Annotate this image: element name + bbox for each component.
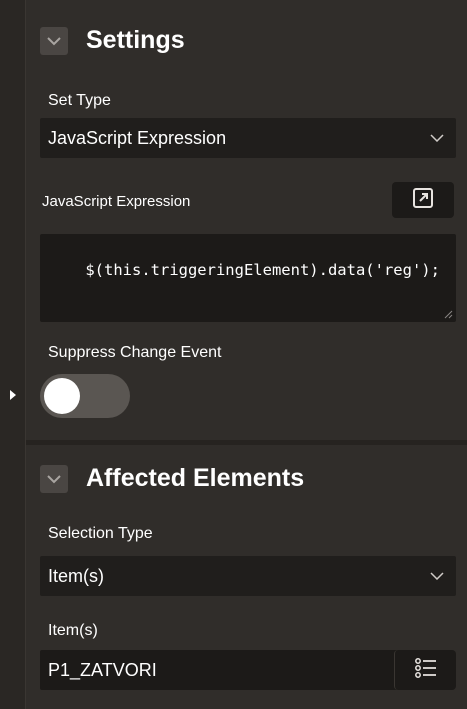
expand-editor-button[interactable] (392, 182, 454, 218)
affected-section-header[interactable]: Affected Elements (40, 464, 304, 493)
suppress-change-label: Suppress Change Event (48, 344, 222, 361)
toggle-knob (44, 378, 80, 414)
js-expression-code: $(this.triggeringElement).data('reg'); (85, 261, 440, 279)
settings-title: Settings (86, 26, 185, 54)
selection-type-label: Selection Type (48, 525, 153, 542)
items-label: Item(s) (48, 622, 98, 639)
suppress-change-toggle[interactable] (40, 374, 130, 418)
selection-type-value: Item(s) (48, 565, 104, 586)
chevron-down-icon[interactable] (40, 26, 68, 55)
items-input[interactable]: P1_ZATVORI (40, 650, 398, 690)
affected-title: Affected Elements (86, 464, 305, 492)
left-rail (0, 0, 26, 709)
set-type-label: Set Type (48, 92, 111, 109)
caret-right-icon[interactable] (10, 390, 16, 400)
settings-section-header[interactable]: Settings (40, 26, 185, 55)
expand-icon (412, 187, 434, 214)
resize-grip-icon[interactable] (444, 310, 453, 319)
selection-type-select[interactable]: Item(s) (40, 556, 456, 596)
list-picker-button[interactable] (394, 650, 456, 690)
items-value: P1_ZATVORI (48, 659, 157, 680)
js-expression-label: JavaScript Expression (42, 193, 191, 210)
set-type-select[interactable]: JavaScript Expression (40, 118, 456, 158)
chevron-down-icon (430, 129, 444, 147)
set-type-value: JavaScript Expression (48, 127, 227, 148)
chevron-down-icon (430, 567, 444, 585)
section-divider (26, 440, 467, 445)
property-panel: Settings Set Type JavaScript Expression … (26, 0, 467, 709)
list-icon (414, 657, 438, 684)
chevron-down-icon[interactable] (40, 464, 68, 493)
js-expression-editor[interactable]: $(this.triggeringElement).data('reg'); (40, 234, 456, 322)
